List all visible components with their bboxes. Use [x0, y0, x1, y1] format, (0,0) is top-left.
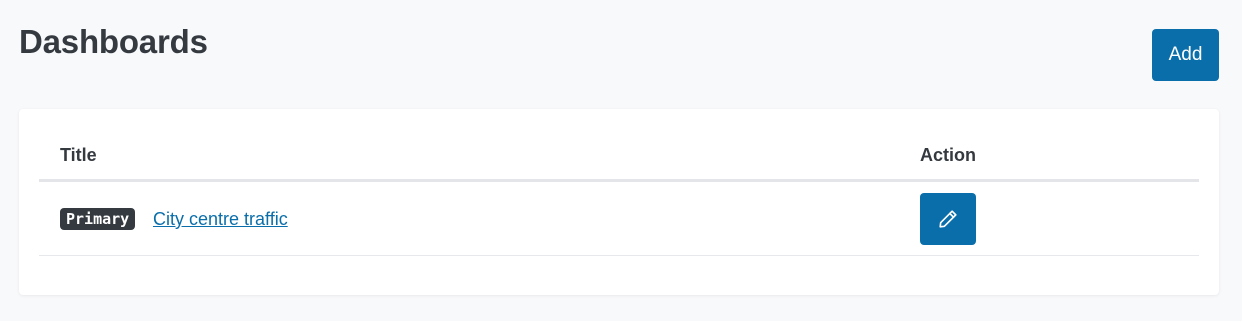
table-header: Title Action: [39, 109, 1199, 182]
column-header-title: Title: [60, 145, 97, 165]
dashboards-card: Title Action Primary City centre traffic: [19, 109, 1219, 295]
pencil-icon: [937, 208, 959, 230]
dashboards-table: Title Action Primary City centre traffic: [39, 109, 1199, 256]
dashboard-title-link[interactable]: City centre traffic: [153, 208, 288, 230]
edit-dashboard-button[interactable]: [920, 193, 976, 245]
column-header-action: Action: [920, 145, 976, 165]
primary-badge: Primary: [60, 208, 136, 230]
page-title: Dashboards: [19, 23, 208, 60]
table-row: Primary City centre traffic: [39, 182, 1199, 256]
add-dashboard-button[interactable]: Add: [1152, 29, 1219, 81]
